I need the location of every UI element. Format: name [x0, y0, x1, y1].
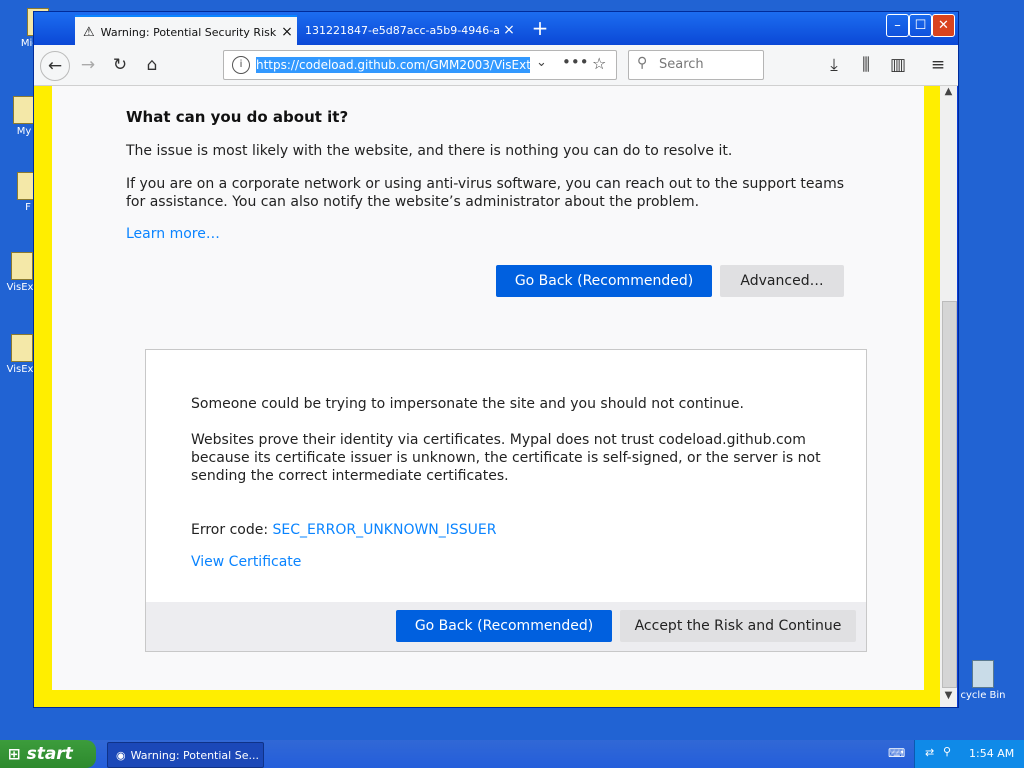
download-icon[interactable]: ⤓ — [820, 51, 848, 79]
taskbar-item-browser[interactable]: ◉ Warning: Potential Se... — [107, 742, 264, 768]
search-box[interactable]: ⚲ Search — [628, 50, 764, 80]
back-button[interactable]: ← — [40, 51, 70, 81]
chevron-down-icon[interactable]: ⌄ — [536, 55, 547, 70]
certificate-explanation: Websites prove their identity via certif… — [191, 432, 821, 484]
tab-security-warning[interactable]: ⚠ Warning: Potential Security Risk A × — [75, 15, 297, 47]
error-page: What can you do about it? The issue is m… — [52, 86, 924, 690]
desktop-icon-label: F — [25, 202, 31, 213]
page-actions-icon[interactable]: ••• — [562, 53, 589, 71]
panel-go-back-button[interactable]: Go Back (Recommended) — [396, 610, 612, 642]
tab-title: 131221847-e5d87acc-a5b9-4946-a48c — [305, 23, 499, 37]
error-code-line: Error code: SEC_ERROR_UNKNOWN_ISSUER — [191, 521, 497, 539]
url-text[interactable]: https://codeload.github.com/GMM2003/VisE… — [256, 57, 530, 73]
forward-button[interactable]: → — [74, 51, 102, 79]
network-icon[interactable]: ⇄ — [925, 746, 934, 759]
tab-title: Warning: Potential Security Risk A — [100, 25, 277, 39]
scroll-up-icon[interactable]: ▲ — [941, 86, 956, 101]
home-button[interactable]: ⌂ — [138, 51, 166, 79]
tab-document[interactable]: 131221847-e5d87acc-a5b9-4946-a48c × — [299, 15, 519, 45]
desktop-icon-recycle-bin[interactable]: cycle Bin — [958, 660, 1008, 701]
clock[interactable]: 1:54 AM — [969, 747, 1014, 760]
scroll-down-icon[interactable]: ▼ — [941, 690, 956, 705]
browser-window: ⚠ Warning: Potential Security Risk A × 1… — [33, 11, 959, 708]
reload-button[interactable]: ↻ — [106, 51, 134, 79]
view-certificate-link[interactable]: View Certificate — [191, 554, 301, 570]
minimize-button[interactable]: – — [886, 14, 909, 37]
desktop-icon-label: cycle Bin — [960, 690, 1006, 701]
recycle-bin-icon — [972, 660, 994, 688]
bookmark-star-icon[interactable]: ☆ — [592, 54, 606, 73]
what-can-you-do-heading: What can you do about it? — [126, 108, 349, 126]
folder-icon — [11, 334, 33, 362]
advanced-panel: Someone could be trying to impersonate t… — [145, 349, 867, 652]
impersonate-text: Someone could be trying to impersonate t… — [191, 396, 744, 412]
advanced-button[interactable]: Advanced… — [720, 265, 844, 297]
warning-icon: ⚠ — [83, 24, 95, 40]
maximize-button[interactable]: ☐ — [909, 14, 932, 37]
start-button[interactable]: ⊞ start — [0, 740, 96, 768]
folder-icon — [13, 96, 35, 124]
desktop-icon-label: My — [16, 126, 32, 137]
menu-icon[interactable]: ≡ — [924, 51, 952, 79]
issue-paragraph: The issue is most likely with the websit… — [126, 143, 733, 159]
error-code-label: Error code: — [191, 522, 269, 538]
search-tray-icon[interactable]: ⚲ — [943, 745, 951, 758]
accept-risk-button[interactable]: Accept the Risk and Continue — [620, 610, 856, 642]
start-label: start — [26, 744, 73, 764]
network-paragraph: If you are on a corporate network or usi… — [126, 176, 845, 210]
browser-icon: ◉ — [116, 748, 126, 762]
error-code-link[interactable]: SEC_ERROR_UNKNOWN_ISSUER — [273, 522, 497, 538]
content-area: What can you do about it? The issue is m… — [34, 86, 940, 707]
tab-strip: ⚠ Warning: Potential Security Risk A × 1… — [34, 12, 958, 47]
folder-icon — [11, 252, 33, 280]
keyboard-icon[interactable]: ⌨ — [888, 746, 905, 760]
system-tray: ⇄ ⚲ 1:54 AM — [914, 740, 1024, 768]
go-back-button[interactable]: Go Back (Recommended) — [496, 265, 712, 297]
new-tab-button[interactable]: + — [530, 16, 550, 40]
info-icon[interactable]: i — [232, 56, 250, 74]
windows-logo-icon: ⊞ — [8, 745, 21, 763]
scrollbar-thumb[interactable] — [942, 301, 957, 688]
taskbar-item-label: Warning: Potential Se... — [130, 748, 259, 762]
search-icon: ⚲ — [637, 55, 648, 71]
search-placeholder: Search — [659, 57, 704, 72]
close-window-button[interactable]: ✕ — [932, 14, 955, 37]
panel-footer: Go Back (Recommended) Accept the Risk an… — [146, 602, 866, 651]
close-tab-icon[interactable]: × — [499, 22, 519, 38]
navigation-toolbar: ← → ↻ ⌂ i https://codeload.github.com/GM… — [34, 45, 958, 86]
url-bar[interactable]: i https://codeload.github.com/GMM2003/Vi… — [223, 50, 617, 80]
close-tab-icon[interactable]: × — [277, 24, 297, 40]
library-icon[interactable]: ⫼ — [852, 51, 880, 79]
sidebar-icon[interactable]: ▥ — [884, 51, 912, 79]
taskbar: ⊞ start ◉ Warning: Potential Se... ⌨ ⇄ ⚲… — [0, 740, 1024, 768]
vertical-scrollbar[interactable]: ▲ ▼ — [940, 86, 957, 707]
learn-more-link[interactable]: Learn more… — [126, 226, 220, 242]
